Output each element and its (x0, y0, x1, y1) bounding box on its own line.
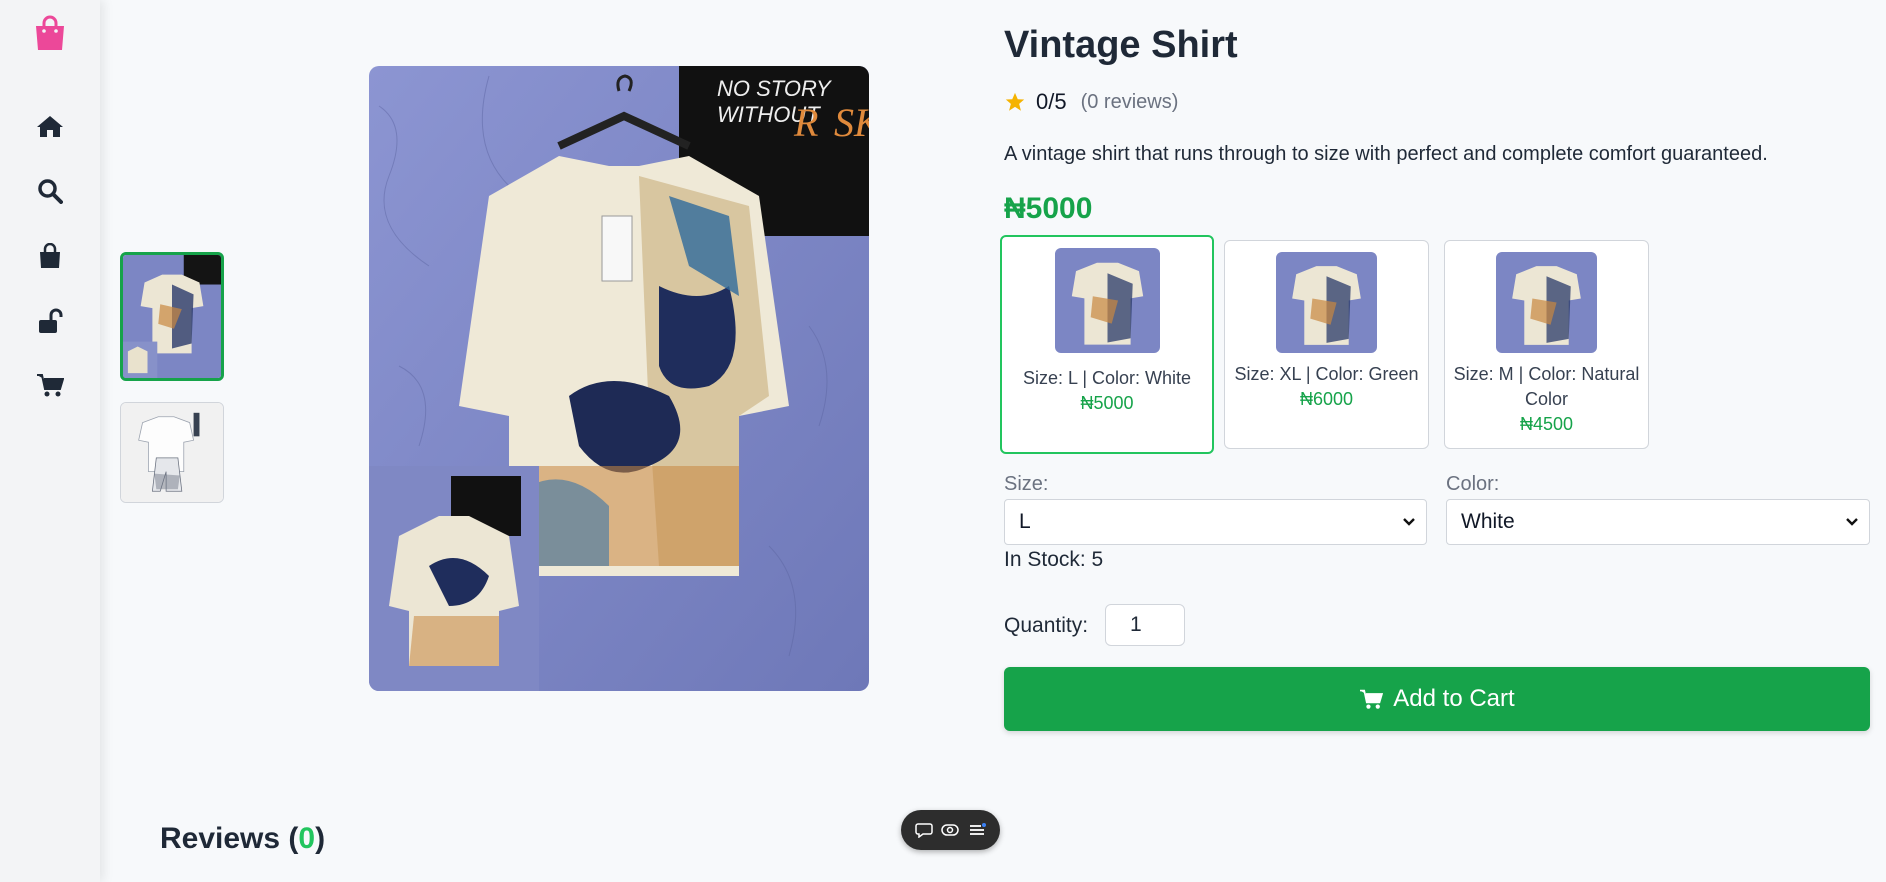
product-description: A vintage shirt that runs through to siz… (1004, 143, 1768, 165)
shirt-thumbnail-image (123, 255, 221, 378)
variant-image (1276, 252, 1377, 353)
reviews-count: 0 (298, 822, 316, 855)
eye-toggle-icon[interactable] (941, 823, 960, 837)
add-to-cart-button[interactable]: Add to Cart (1004, 667, 1870, 731)
reviews-heading: Reviews (0) (160, 822, 325, 856)
color-select-value: White (1461, 510, 1515, 533)
thumbnail-1[interactable] (120, 252, 224, 381)
size-label: Size: (1004, 473, 1049, 495)
variant-price: ₦4500 (1519, 414, 1574, 434)
variant-image (1054, 248, 1160, 353)
variant-card-2[interactable]: Size: XL | Color: Green ₦6000 (1224, 240, 1429, 449)
quantity-value: 1 (1130, 613, 1142, 636)
chat-bubble-icon[interactable] (915, 822, 933, 838)
menu-icon[interactable] (968, 822, 986, 838)
main-product-image: NO STORY WITHOUT R SK (369, 66, 869, 691)
shirt-set-thumbnail-image (121, 403, 223, 502)
star-icon (1005, 92, 1025, 111)
product-price: ₦5000 (1004, 192, 1093, 225)
color-label: Color: (1446, 473, 1500, 495)
quantity-label: Quantity: (1004, 614, 1089, 637)
svg-text:NO STORY: NO STORY (717, 76, 832, 101)
variant-card-3[interactable]: Size: M | Color: Natural Color ₦4500 (1444, 240, 1649, 449)
variant-price: ₦5000 (1080, 393, 1134, 413)
variant-label: Size: L | Color: White (1022, 368, 1192, 388)
vintage-shirt-photo: NO STORY WITHOUT R SK (369, 66, 869, 691)
home-icon[interactable] (32, 108, 68, 144)
color-select[interactable]: White (1446, 499, 1870, 545)
chevron-down-icon (1403, 518, 1415, 526)
variant-label: Size: XL | Color: Green (1234, 364, 1419, 384)
reviews-heading-prefix: Reviews ( (160, 822, 299, 855)
floating-toolbar (901, 810, 1000, 850)
size-select-value: L (1019, 510, 1031, 533)
variant-price: ₦6000 (1299, 389, 1354, 409)
sidebar (0, 0, 100, 882)
size-select[interactable]: L (1004, 499, 1427, 545)
svg-text:SK: SK (834, 100, 869, 145)
logo-shopping-bag-icon[interactable] (32, 15, 68, 51)
add-to-cart-label: Add to Cart (1393, 685, 1515, 712)
shopping-bag-icon[interactable] (32, 238, 68, 274)
variant-card-1[interactable]: Size: L | Color: White ₦5000 (1000, 235, 1214, 454)
cart-icon (1360, 689, 1384, 709)
rating-row: 0/5 (0 reviews) (1004, 89, 1178, 115)
svg-text:R: R (793, 100, 818, 145)
product-title: Vintage Shirt (1004, 24, 1238, 66)
reviews-heading-suffix: ) (315, 822, 326, 855)
quantity-input[interactable]: 1 (1105, 604, 1185, 646)
search-icon[interactable] (32, 173, 68, 209)
unlock-icon[interactable] (32, 303, 68, 339)
cart-icon[interactable] (32, 367, 68, 403)
stock-status: In Stock: 5 (1004, 548, 1104, 571)
rating-value: 0/5 (1036, 89, 1067, 114)
variant-label: Size: M | Color: Natural Color (1453, 364, 1640, 409)
thumbnail-2[interactable] (120, 402, 224, 503)
chevron-down-icon (1846, 518, 1858, 526)
variant-image (1496, 252, 1597, 353)
review-count: (0 reviews) (1080, 90, 1179, 113)
